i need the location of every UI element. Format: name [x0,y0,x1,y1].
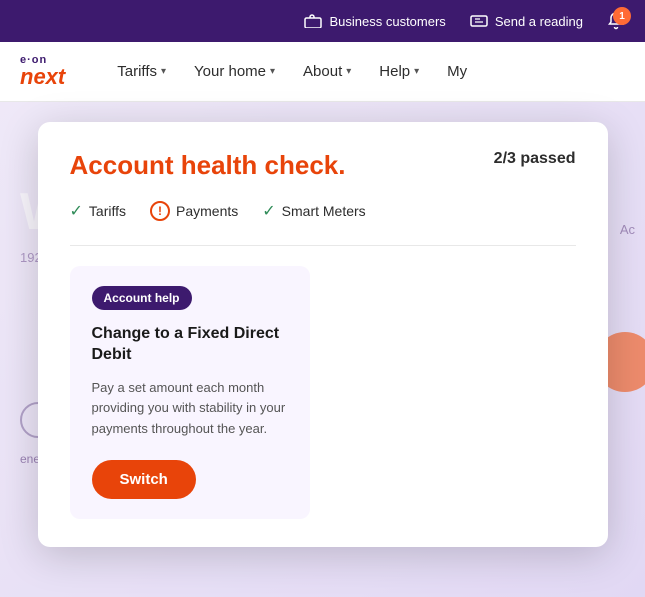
modal-title: Account health check. [70,150,346,181]
briefcase-icon [304,12,322,30]
nav-tariffs[interactable]: Tariffs ▾ [105,55,178,88]
nav-help[interactable]: Help ▾ [367,55,431,88]
check-smart-meters: ✓ Smart Meters [262,201,365,221]
check-label-payments: Payments [176,203,238,219]
nav-about[interactable]: About ▾ [291,55,363,88]
check-pass-icon-tariffs: ✓ [70,201,83,221]
business-customers-label: Business customers [329,14,445,29]
help-chevron-icon: ▾ [414,66,419,77]
my-label: My [447,63,467,80]
send-reading-label: Send a reading [495,14,583,29]
meter-icon [470,12,488,30]
notification-badge: 1 [613,7,631,25]
check-payments: ! Payments [150,201,238,221]
help-label: Help [379,63,410,80]
modal-header: Account health check. 2/3 passed [70,150,576,181]
modal-overlay: Account health check. 2/3 passed ✓ Tarif… [0,102,645,597]
nav-items: Tariffs ▾ Your home ▾ About ▾ Help ▾ My [105,55,625,88]
card-badge: Account help [92,286,192,310]
check-label-tariffs: Tariffs [89,203,126,219]
modal-checks: ✓ Tariffs ! Payments ✓ Smart Meters [70,201,576,221]
your-home-label: Your home [194,63,266,80]
card-description: Pay a set amount each month providing yo… [92,378,288,440]
about-label: About [303,63,342,80]
check-pass-icon-smart-meters: ✓ [262,201,275,221]
switch-button[interactable]: Switch [92,460,196,499]
check-warn-icon-payments: ! [150,201,170,221]
modal-divider [70,245,576,246]
nav-bar: e·on next Tariffs ▾ Your home ▾ About ▾ … [0,42,645,102]
tariffs-chevron-icon: ▾ [161,66,166,77]
send-reading-link[interactable]: Send a reading [470,12,583,30]
about-chevron-icon: ▾ [346,66,351,77]
nav-my[interactable]: My [435,55,479,88]
modal-passed: 2/3 passed [494,150,576,168]
recommendation-card: Account help Change to a Fixed Direct De… [70,266,310,519]
tariffs-label: Tariffs [117,63,157,80]
top-bar: Business customers Send a reading 1 [0,0,645,42]
check-tariffs: ✓ Tariffs [70,201,127,221]
health-check-modal: Account health check. 2/3 passed ✓ Tarif… [38,122,608,547]
your-home-chevron-icon: ▾ [270,66,275,77]
notification-bell[interactable]: 1 [607,12,625,30]
check-label-smart-meters: Smart Meters [282,203,366,219]
business-customers-link[interactable]: Business customers [304,12,445,30]
logo-next: next [20,66,65,88]
card-title: Change to a Fixed Direct Debit [92,324,288,366]
logo[interactable]: e·on next [20,55,65,88]
nav-your-home[interactable]: Your home ▾ [182,55,287,88]
